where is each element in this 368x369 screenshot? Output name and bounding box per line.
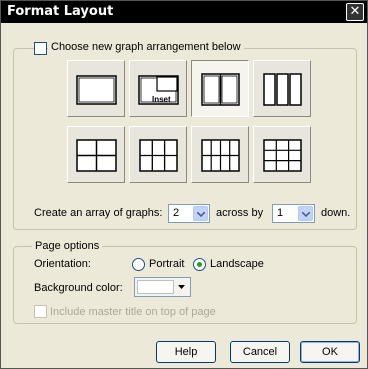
layout-tile-three-by-three[interactable] [253,126,311,183]
close-icon[interactable]: ✕ [346,3,364,21]
help-button[interactable]: Help [156,341,216,363]
two-by-two-layout-icon [76,139,117,172]
chevron-down-icon[interactable] [193,206,208,221]
inset-layout-icon: Inset [138,75,179,105]
down-value: 1 [277,207,284,219]
layout-tile-inset[interactable]: Inset [129,60,187,117]
layout-tile-four-by-two[interactable] [191,126,249,183]
cancel-button[interactable]: Cancel [230,341,290,363]
master-title-label: Include master title on top of page [50,306,216,318]
layout-tile-two-by-two[interactable] [67,126,125,183]
layout-tile-three-by-two[interactable] [129,126,187,183]
choose-arrangement-checkbox[interactable] [34,42,47,55]
orientation-label: Orientation: [34,258,91,270]
page-options-legend: Page options [32,240,103,252]
background-color-label: Background color: [34,282,123,294]
radio-selected-dot [197,262,202,267]
master-title-checkbox[interactable] [34,305,47,318]
choose-arrangement-label[interactable]: Choose new graph arrangement below [48,41,244,53]
layout-tile-three-columns[interactable] [253,60,311,117]
four-by-two-layout-icon [201,139,240,172]
format-layout-dialog: Format Layout ✕ Choose new graph arrange… [0,0,368,369]
across-select[interactable]: 2 [168,204,210,223]
array-label: Create an array of graphs: [34,207,163,219]
layout-tile-single[interactable] [67,60,125,117]
three-by-two-layout-icon [139,139,178,172]
single-layout-icon [76,75,117,105]
down-label: down. [321,207,351,219]
layout-tile-two-columns[interactable] [191,60,249,117]
inset-label: Inset [152,95,171,104]
across-value: 2 [173,207,180,219]
chevron-down-icon[interactable] [298,206,313,221]
dialog-title: Format Layout [7,4,114,19]
ok-button[interactable]: OK [300,341,360,363]
two-columns-layout-icon [201,73,240,106]
color-swatch [137,280,174,294]
background-color-picker[interactable] [134,277,191,297]
three-columns-layout-icon [263,73,302,106]
portrait-label[interactable]: Portrait [149,258,184,270]
portrait-radio[interactable] [132,258,145,271]
three-by-three-layout-icon [263,139,302,172]
caret-down-icon[interactable] [176,280,188,294]
landscape-label[interactable]: Landscape [210,258,264,270]
title-bar: Format Layout ✕ [1,1,367,23]
across-label: across by [216,207,264,219]
down-select[interactable]: 1 [272,204,315,223]
landscape-radio[interactable] [193,258,206,271]
